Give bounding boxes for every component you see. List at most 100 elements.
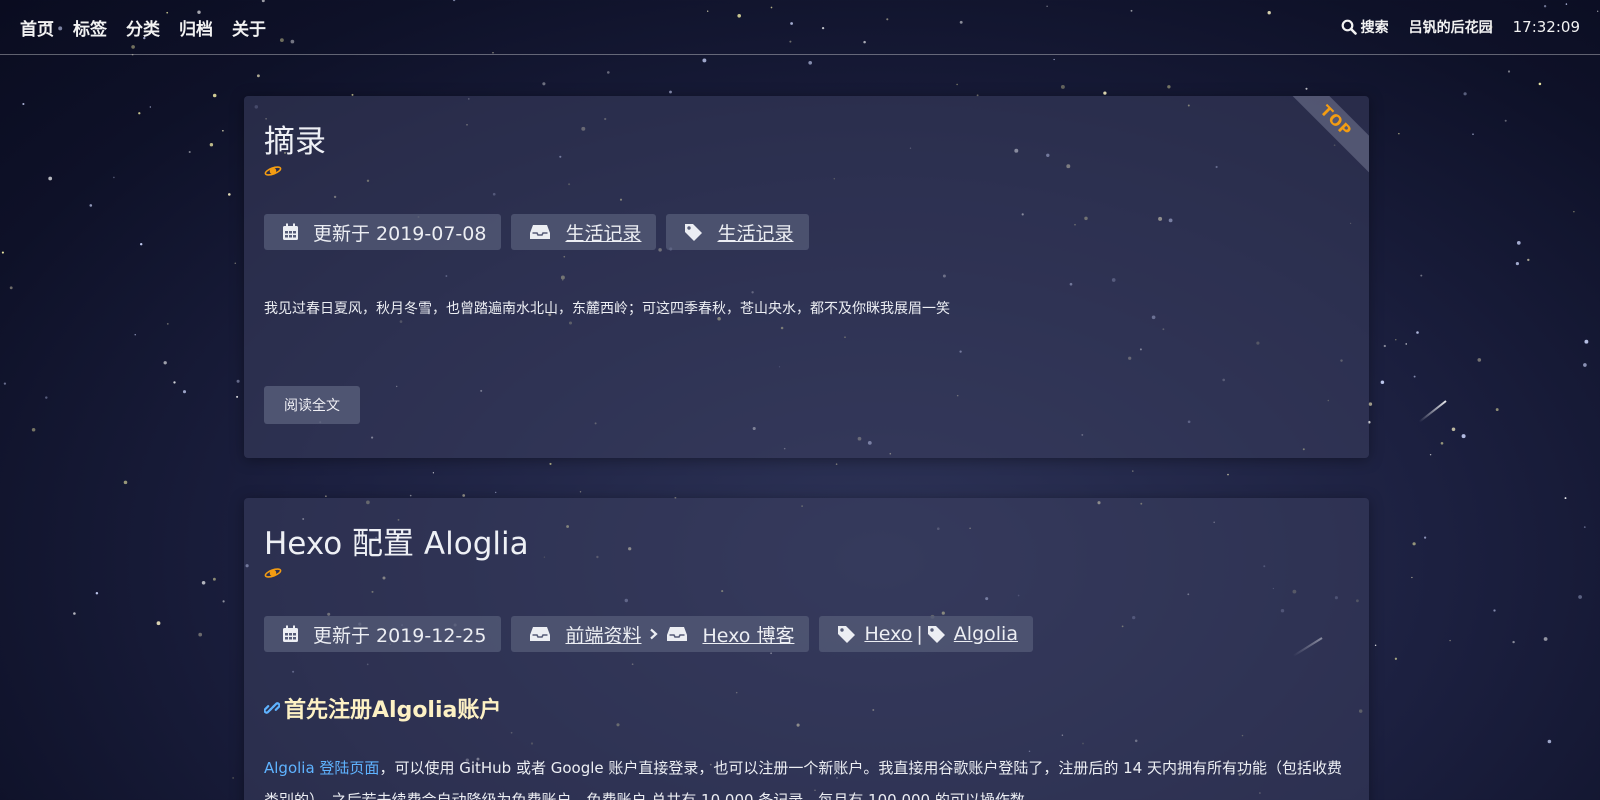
star (1527, 258, 1530, 262)
star (1413, 375, 1416, 378)
star (1395, 339, 1397, 341)
star (1420, 274, 1423, 277)
post-title[interactable]: Hexo 配置 Aloglia (264, 524, 1349, 564)
star (236, 379, 240, 383)
nav-tags-link[interactable]: 标签 (73, 15, 107, 40)
tag-icon (685, 223, 703, 241)
star (1227, 473, 1229, 476)
nav-archive-link[interactable]: 归档 (179, 15, 213, 40)
star (198, 632, 203, 637)
star (1380, 380, 1385, 385)
star (3, 382, 7, 385)
star (1507, 70, 1511, 73)
shooting-star (1418, 400, 1447, 423)
tag-link[interactable]: 生活记录 (717, 219, 793, 246)
star (256, 74, 260, 78)
star (95, 591, 99, 595)
star (234, 262, 237, 265)
star (1053, 58, 1055, 61)
inbox-icon (530, 627, 551, 641)
star (1472, 133, 1474, 136)
post-category: 前端资料 Hexo 博客 (511, 616, 810, 652)
star (1451, 427, 1456, 432)
star (1103, 91, 1107, 95)
star (549, 462, 552, 465)
tag-link[interactable]: Hexo (864, 623, 912, 645)
post-title[interactable]: 摘录 (264, 122, 1349, 162)
star (606, 71, 610, 74)
post-body: Algolia 登陆页面，可以使用 GitHub 或者 Google 账户直接登… (264, 752, 1349, 800)
link-icon[interactable] (264, 700, 280, 716)
star (702, 58, 707, 63)
star (1368, 402, 1373, 406)
chevron-right-icon (650, 628, 659, 640)
star (1429, 453, 1432, 456)
subcategory-link[interactable]: Hexo 博客 (702, 621, 794, 648)
star (1512, 640, 1515, 644)
star (222, 129, 224, 132)
star (669, 90, 672, 94)
star (1495, 408, 1499, 412)
star (808, 60, 813, 65)
nav-categories-link[interactable]: 分类 (126, 15, 160, 40)
star (1405, 343, 1407, 345)
tag-separator: | (916, 623, 923, 645)
star (89, 204, 93, 207)
star (48, 176, 53, 181)
star (1543, 637, 1548, 641)
star (222, 600, 225, 603)
star (1515, 262, 1519, 266)
search-icon (1341, 19, 1357, 35)
updated-date-text: 更新于 2019-07-08 (313, 222, 487, 245)
star (1463, 92, 1467, 96)
site-name[interactable]: 吕钒的后花园 (1409, 17, 1493, 37)
star (1449, 639, 1451, 642)
star (139, 242, 143, 246)
star (1547, 739, 1552, 744)
star (1573, 211, 1575, 213)
star (156, 621, 161, 626)
star (1398, 133, 1400, 135)
section-heading: 首先注册Algolia账户 (264, 692, 1349, 724)
post-card: Hexo 配置 Aloglia 更新于 2019-12-25 前端资料 Hexo… (244, 498, 1369, 800)
star (1564, 497, 1567, 500)
tag-link[interactable]: Algolia (954, 623, 1018, 645)
nav-links: 首页 标签 分类 归档 关于 (20, 15, 285, 40)
star (182, 390, 187, 394)
star (432, 472, 434, 474)
star (1374, 644, 1377, 647)
star (1477, 358, 1482, 362)
search-label: 搜索 (1360, 20, 1389, 36)
read-more-button[interactable]: 阅读全文 (264, 386, 360, 424)
section-heading-text: 首先注册Algolia账户 (284, 698, 502, 723)
search-button[interactable]: 搜索 (1341, 17, 1389, 37)
star (1461, 434, 1466, 439)
planet-icon (264, 568, 282, 578)
post-body-text-cont: 类别的），之后若未续费会自动降级为免费账户，免费账户 总共有 10,000 条记… (264, 791, 1040, 800)
star (1411, 576, 1413, 579)
post-body-text: ，可以使用 GitHub 或者 Google 账户直接登录，也可以注册一个新账户… (379, 759, 1343, 777)
star (579, 491, 582, 493)
updated-date: 更新于 2019-07-08 (264, 214, 502, 250)
nav-about-link[interactable]: 关于 (232, 15, 266, 40)
star (1578, 595, 1582, 599)
star (1412, 542, 1416, 546)
inbox-icon (530, 225, 551, 239)
nav-home-link[interactable]: 首页 (20, 15, 54, 40)
algolia-login-link[interactable]: Algolia 登陆页面 (264, 759, 379, 777)
star (1416, 331, 1419, 334)
star (956, 83, 958, 86)
post-excerpt: 我见过春日夏风，秋月冬雪，也曾踏遍南水北山，东麓西岭；可这四季春秋，苍山央水，都… (264, 301, 950, 317)
star (149, 106, 151, 108)
tag-icon (927, 625, 945, 643)
star (209, 143, 214, 147)
star (212, 577, 216, 581)
star (1394, 657, 1398, 660)
star (1440, 441, 1444, 445)
star (134, 334, 136, 336)
top-navbar: 首页 标签 分类 归档 关于 搜索 吕钒的后花园 17:32:09 (0, 0, 1600, 55)
star (1584, 339, 1589, 344)
category-link[interactable]: 前端资料 (565, 621, 641, 648)
post-meta: 更新于 2019-07-08 生活记录 生活记录 (264, 214, 1349, 250)
category-link[interactable]: 生活记录 (565, 219, 641, 246)
